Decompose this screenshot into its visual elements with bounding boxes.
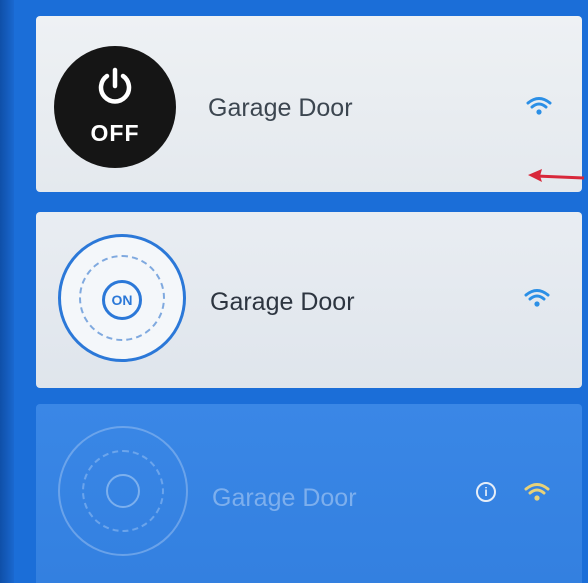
screen-edge: [0, 0, 14, 583]
info-icon[interactable]: i: [476, 482, 496, 502]
annotation-arrow-icon: [528, 169, 585, 182]
device-card-on[interactable]: ON Garage Door: [36, 212, 582, 388]
device-list-screen: OFF Garage Door ON Garage Door Garage Do…: [0, 0, 588, 583]
power-icon: [98, 67, 132, 104]
device-card-off[interactable]: OFF Garage Door: [36, 16, 585, 192]
power-toggle-disabled-button[interactable]: [58, 426, 188, 556]
device-card-disabled[interactable]: Garage Door i: [36, 404, 582, 583]
power-state-label: OFF: [90, 120, 140, 146]
wifi-icon: [524, 289, 550, 307]
device-name: Garage Door: [208, 94, 353, 122]
power-badge: [106, 474, 140, 508]
wifi-icon: [526, 97, 552, 115]
power-toggle-on-button[interactable]: ON: [58, 234, 186, 362]
power-toggle-off-button[interactable]: OFF: [54, 46, 176, 168]
power-state-label: ON: [102, 280, 142, 320]
device-name: Garage Door: [210, 288, 355, 316]
wifi-weak-icon: [524, 483, 550, 501]
device-name: Garage Door: [212, 484, 357, 512]
